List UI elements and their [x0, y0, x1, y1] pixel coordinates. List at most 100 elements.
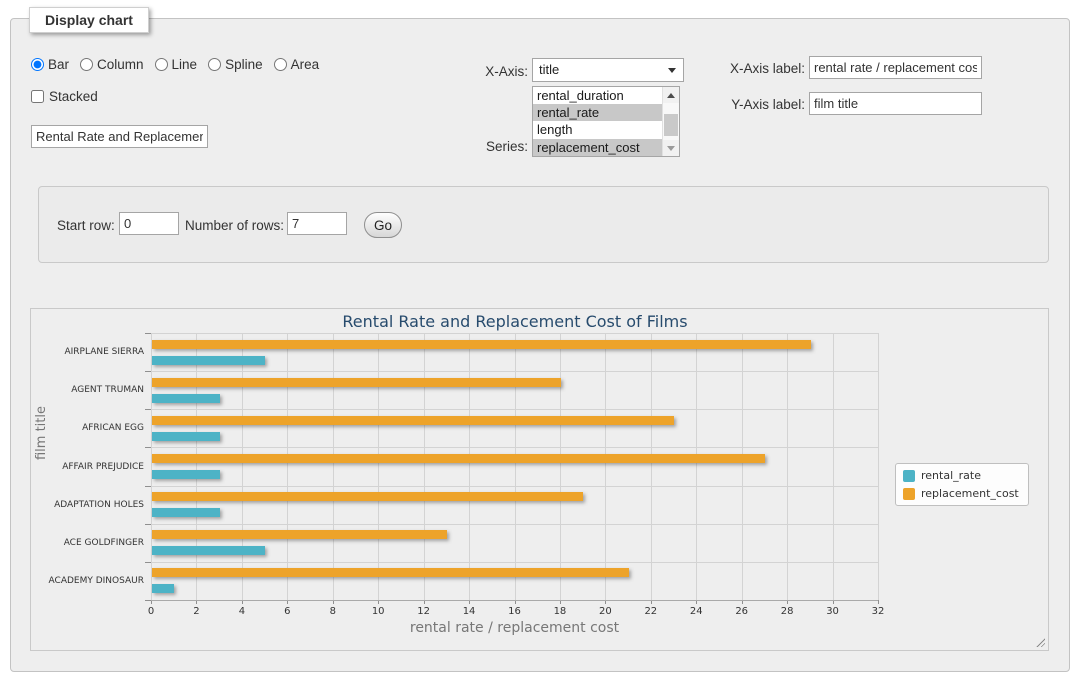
- chart-title-input[interactable]: [31, 125, 208, 148]
- x-tick-label: 6: [272, 606, 302, 617]
- bar-replacement_cost: [152, 340, 811, 349]
- resize-grip-icon[interactable]: [1035, 637, 1045, 647]
- display-chart-app: Display chart BarColumnLineSplineArea St…: [0, 0, 1081, 681]
- x-tick-label: 4: [227, 606, 257, 617]
- gridline-vertical: [469, 333, 470, 600]
- category-label: ACADEMY DINOSAUR: [24, 575, 144, 587]
- category-label: ACE GOLDFINGER: [24, 537, 144, 549]
- gridline-horizontal: [151, 409, 878, 410]
- gridline-horizontal: [151, 333, 878, 334]
- x-tick-label: 26: [727, 606, 757, 617]
- x-tick-label: 2: [181, 606, 211, 617]
- y-axis-label-label: Y-Axis label:: [711, 97, 805, 112]
- bar-rental_rate: [152, 432, 220, 441]
- bar-replacement_cost: [152, 492, 583, 501]
- legend-label: rental_rate: [921, 469, 981, 482]
- legend-item-replacement_cost[interactable]: replacement_cost: [903, 487, 1019, 500]
- x-tick-label: 16: [500, 606, 530, 617]
- x-axis-select-label: X-Axis:: [448, 64, 528, 79]
- stacked-checkbox-row[interactable]: Stacked: [31, 89, 98, 104]
- series-option-rental_duration[interactable]: rental_duration: [533, 87, 679, 104]
- x-tick-label: 24: [681, 606, 711, 617]
- x-axis-select[interactable]: title: [532, 58, 684, 82]
- stacked-label: Stacked: [49, 89, 98, 104]
- series-option-replacement_cost[interactable]: replacement_cost: [533, 139, 679, 156]
- legend-label: replacement_cost: [921, 487, 1019, 500]
- gridline-vertical: [196, 333, 197, 600]
- chart-type-radio-line[interactable]: [155, 58, 168, 71]
- chart-type-radio-group: Bar Column Line Spline Area: [31, 57, 319, 72]
- chart-type-radio-spline[interactable]: [208, 58, 221, 71]
- chart-type-radio-area[interactable]: [274, 58, 287, 71]
- y-axis-label-input[interactable]: [809, 92, 982, 115]
- gridline-vertical: [833, 333, 834, 600]
- gridline-vertical: [742, 333, 743, 600]
- series-options: rental_durationrental_ratelengthreplacem…: [533, 87, 679, 156]
- chart-type-option-column[interactable]: Column: [80, 57, 144, 72]
- legend-item-rental_rate[interactable]: rental_rate: [903, 469, 1019, 482]
- chart-type-radio-bar[interactable]: [31, 58, 44, 71]
- bar-replacement_cost: [152, 530, 447, 539]
- gridline-horizontal: [151, 600, 878, 601]
- x-tick-label: 20: [590, 606, 620, 617]
- display-chart-fieldset: Display chart BarColumnLineSplineArea St…: [10, 18, 1070, 672]
- category-label: AFRICAN EGG: [24, 422, 144, 434]
- gridline-vertical: [696, 333, 697, 600]
- bar-replacement_cost: [152, 454, 765, 463]
- chart-type-radio-column[interactable]: [80, 58, 93, 71]
- gridline-horizontal: [151, 447, 878, 448]
- series-option-rental_rate[interactable]: rental_rate: [533, 104, 679, 121]
- x-tick-label: 32: [863, 606, 893, 617]
- number-of-rows-input[interactable]: [287, 212, 347, 235]
- bar-rental_rate: [152, 508, 220, 517]
- chart-type-option-area[interactable]: Area: [274, 57, 320, 72]
- x-tick-label: 0: [136, 606, 166, 617]
- x-axis-title: rental rate / replacement cost: [151, 620, 878, 636]
- go-button[interactable]: Go: [364, 212, 402, 238]
- scrollbar-thumb[interactable]: [664, 114, 678, 136]
- bar-rental_rate: [152, 584, 174, 593]
- series-listbox[interactable]: rental_durationrental_ratelengthreplacem…: [532, 86, 680, 157]
- series-option-length[interactable]: length: [533, 121, 679, 138]
- y-axis-tick: [145, 562, 151, 563]
- x-tick-label: 10: [363, 606, 393, 617]
- scroll-up-button[interactable]: [663, 87, 679, 103]
- bar-chart: Rental Rate and Replacement Cost of Film…: [31, 309, 1048, 650]
- gridline-vertical: [333, 333, 334, 600]
- chart-type-label: Area: [291, 57, 320, 72]
- gridline-vertical: [651, 333, 652, 600]
- category-label: AIRPLANE SIERRA: [24, 346, 144, 358]
- gridline-horizontal: [151, 524, 878, 525]
- stacked-checkbox[interactable]: [31, 90, 44, 103]
- bar-rental_rate: [152, 394, 220, 403]
- gridline-vertical: [515, 333, 516, 600]
- scroll-down-button[interactable]: [663, 140, 679, 156]
- listbox-scrollbar[interactable]: [662, 87, 679, 156]
- dropdown-arrow-icon: [668, 68, 676, 73]
- legend-swatch-icon: [903, 488, 915, 500]
- bar-replacement_cost: [152, 378, 561, 387]
- gridline-vertical: [560, 333, 561, 600]
- gridline-vertical: [287, 333, 288, 600]
- bar-replacement_cost: [152, 416, 674, 425]
- bar-replacement_cost: [152, 568, 629, 577]
- y-axis-tick: [145, 371, 151, 372]
- chart-title: Rental Rate and Replacement Cost of Film…: [31, 312, 999, 331]
- gridline-vertical: [878, 333, 879, 600]
- gridline-vertical: [378, 333, 379, 600]
- chart-legend: rental_rate replacement_cost: [895, 463, 1029, 506]
- legend-swatch-icon: [903, 470, 915, 482]
- gridline-horizontal: [151, 562, 878, 563]
- category-label: AFFAIR PREJUDICE: [24, 461, 144, 473]
- x-tick-label: 12: [409, 606, 439, 617]
- chart-type-option-bar[interactable]: Bar: [31, 57, 69, 72]
- x-tick-label: 14: [454, 606, 484, 617]
- number-of-rows-label: Number of rows:: [185, 218, 284, 233]
- x-axis-label-input[interactable]: [809, 56, 982, 79]
- chart-type-option-spline[interactable]: Spline: [208, 57, 263, 72]
- bar-rental_rate: [152, 470, 220, 479]
- start-row-label: Start row:: [57, 218, 115, 233]
- x-axis-selected-value: title: [539, 62, 559, 77]
- chart-type-option-line[interactable]: Line: [155, 57, 198, 72]
- start-row-input[interactable]: [119, 212, 179, 235]
